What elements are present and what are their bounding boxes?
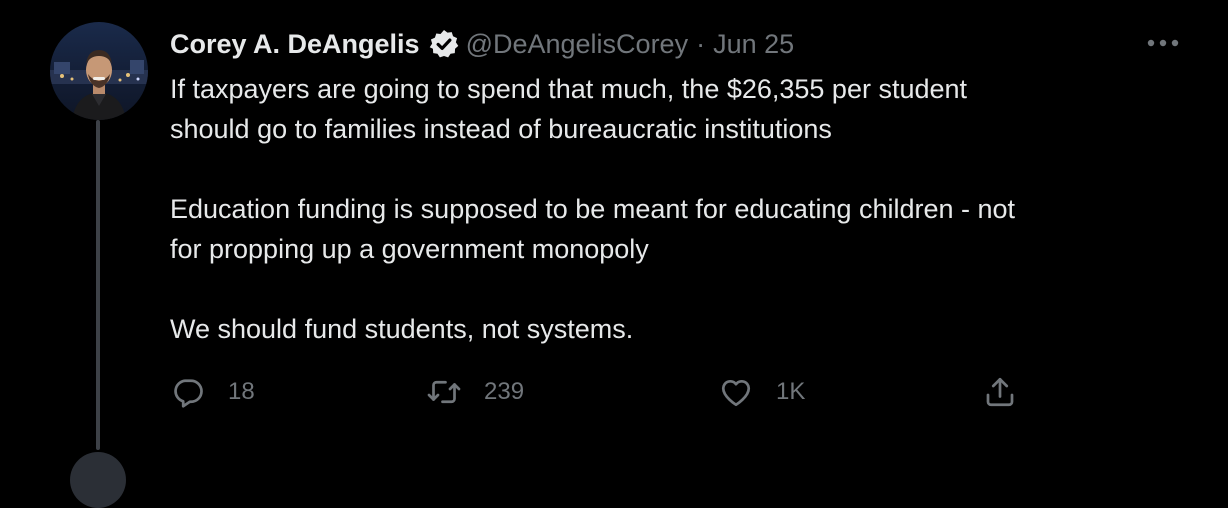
header-separator: ·: [696, 29, 706, 59]
tweet-date[interactable]: Jun 25: [713, 24, 794, 64]
like-button[interactable]: 1K: [718, 370, 805, 414]
reply-icon: [174, 379, 203, 408]
user-handle[interactable]: @DeAngelisCorey: [466, 24, 689, 64]
like-count: 1K: [776, 378, 806, 405]
display-name[interactable]: Corey A. DeAngelis: [170, 24, 420, 64]
reply-button[interactable]: 18: [170, 370, 255, 414]
tweet-paragraph: If taxpayers are going to spend that muc…: [170, 69, 1190, 149]
tweet-line: We should fund students, not systems.: [170, 314, 634, 344]
verified-badge-icon: [429, 30, 458, 58]
retweet-button[interactable]: 239: [426, 370, 524, 414]
tweet-line: Education funding is supposed to be mean…: [170, 194, 1016, 224]
avatar[interactable]: [50, 22, 148, 120]
thread-connector-line: [96, 120, 100, 450]
reply-count: 18: [228, 378, 255, 405]
heart-icon: [721, 379, 751, 407]
tweet-line: If taxpayers are going to spend that muc…: [170, 74, 968, 104]
tweet-line: should go to families instead of bureauc…: [170, 114, 832, 144]
share-button[interactable]: [982, 370, 1018, 414]
tweet-actions: 18 239 1K: [170, 370, 1050, 414]
tweet-line: for propping up a government monopoly: [170, 234, 649, 264]
avatar-image: [50, 22, 148, 120]
more-options-button[interactable]: [1143, 30, 1183, 56]
retweet-count: 239: [484, 378, 525, 405]
tweet-paragraph: Education funding is supposed to be mean…: [170, 189, 1190, 269]
tweet-header: Corey A. DeAngelis @DeAngelisCorey · Jun…: [170, 24, 794, 64]
retweet-icon: [427, 380, 461, 404]
share-icon: [986, 377, 1014, 407]
more-horizontal-icon: [1147, 39, 1179, 47]
tweet-text: If taxpayers are going to spend that muc…: [170, 69, 1190, 349]
tweet-paragraph: We should fund students, not systems.: [170, 309, 1190, 349]
next-tweet-avatar[interactable]: [70, 452, 126, 508]
